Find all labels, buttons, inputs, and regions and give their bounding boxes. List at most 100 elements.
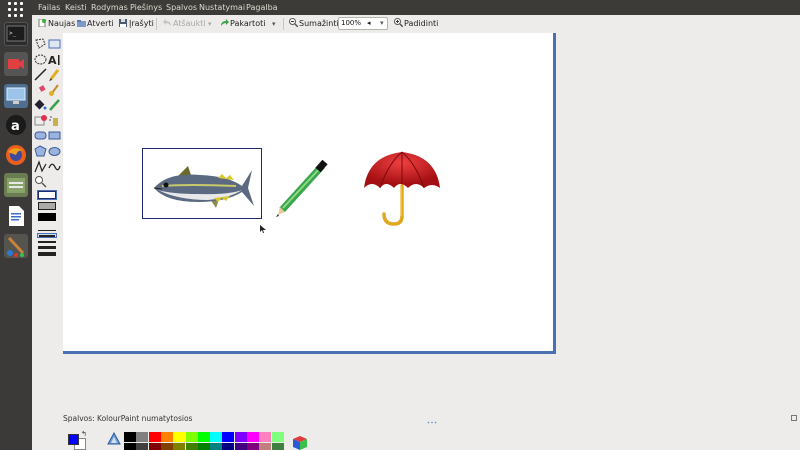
elliptical-select-icon[interactable] <box>34 51 47 65</box>
launcher: >_ a <box>0 0 32 450</box>
palette-swatch[interactable] <box>234 432 247 442</box>
palette-swatch[interactable] <box>247 432 259 442</box>
ellipse-tool-icon[interactable] <box>48 143 61 156</box>
zoom-clear-icon[interactable]: ◂ <box>367 18 371 29</box>
fill-style-options <box>36 189 58 223</box>
palette-swatch[interactable] <box>173 443 186 450</box>
line-width-5[interactable] <box>38 252 56 256</box>
palette-swatch[interactable] <box>185 432 198 442</box>
palette-swatch[interactable] <box>210 443 223 450</box>
eraser-tool-icon[interactable] <box>34 81 47 94</box>
zoom-in-label: Padidinti <box>404 19 439 28</box>
rectangle-select-icon[interactable] <box>48 35 61 49</box>
zoom-dropdown-icon[interactable]: ▾ <box>380 18 384 29</box>
menu-piesinys[interactable]: Piešinys <box>130 0 162 15</box>
kolourpaint-icon[interactable] <box>4 234 28 258</box>
pencil-tool-icon[interactable] <box>48 66 61 81</box>
menu-rodymas[interactable]: Rodymas <box>91 0 128 15</box>
color-eraser-icon[interactable] <box>34 112 47 126</box>
pencil-image[interactable] <box>274 158 330 218</box>
firefox-icon[interactable] <box>4 143 28 167</box>
save-icon <box>119 17 127 27</box>
fill-style-fill[interactable] <box>38 213 56 221</box>
menu-nustatymai[interactable]: Nustatymai <box>199 0 245 15</box>
redo-dropdown-icon[interactable]: ▾ <box>272 16 276 32</box>
flood-fill-icon[interactable] <box>34 96 47 110</box>
curve-tool-icon[interactable] <box>48 158 61 171</box>
zoom-in-icon <box>394 17 404 28</box>
palette-swatch[interactable] <box>222 443 235 450</box>
remote-desktop-icon[interactable] <box>4 84 28 108</box>
polygon-tool-icon[interactable] <box>34 143 47 157</box>
files-icon[interactable] <box>4 173 28 197</box>
redo-button[interactable]: Pakartoti <box>220 16 265 32</box>
palette-swatch[interactable] <box>160 443 173 450</box>
palette-swatch[interactable] <box>160 432 173 442</box>
save-button[interactable]: Įrašyti <box>119 16 154 32</box>
svg-text:a: a <box>11 119 20 134</box>
selection-rectangle[interactable] <box>142 148 262 219</box>
line-tool-icon[interactable] <box>34 66 47 81</box>
palette-swatch[interactable] <box>222 432 235 442</box>
zoom-tool-icon[interactable] <box>34 173 47 188</box>
connected-lines-icon[interactable] <box>34 158 47 173</box>
umbrella-image[interactable] <box>360 150 444 228</box>
palette-swatch[interactable] <box>124 443 136 450</box>
zoom-combobox[interactable]: 100% ◂ ▾ <box>338 17 388 30</box>
amazon-icon[interactable]: a <box>4 113 28 137</box>
line-width-1[interactable] <box>38 230 56 231</box>
spraycan-tool-icon[interactable] <box>48 112 61 126</box>
zoom-out-button[interactable]: Sumažinti <box>289 16 339 32</box>
writer-icon[interactable] <box>4 204 28 228</box>
foreground-color-box[interactable] <box>68 434 79 445</box>
palette-swatch[interactable] <box>234 443 247 450</box>
palette-swatch[interactable] <box>124 432 136 442</box>
free-form-select-icon[interactable] <box>34 35 47 49</box>
palette-swatch[interactable] <box>271 443 284 450</box>
palette-swatch[interactable] <box>185 443 198 450</box>
zoom-out-icon <box>289 17 299 28</box>
new-button[interactable]: Naujas <box>38 16 75 32</box>
palette-swatch[interactable] <box>148 432 161 442</box>
line-width-3[interactable] <box>38 241 56 243</box>
screen-recorder-icon[interactable] <box>4 52 28 76</box>
palette-swatch[interactable] <box>173 432 186 442</box>
palette-swatch[interactable] <box>271 432 284 442</box>
fill-style-outline-fill[interactable] <box>38 202 56 210</box>
menu-pagalba[interactable]: Pagalba <box>246 0 278 15</box>
palette-swatch[interactable] <box>136 443 149 450</box>
zoom-in-button[interactable]: Padidinti <box>394 16 438 32</box>
palette-swatch[interactable] <box>197 443 210 450</box>
undo-dropdown-icon[interactable]: ▾ <box>208 16 212 32</box>
fill-style-outline[interactable] <box>37 190 57 200</box>
palette-swatch[interactable] <box>247 443 259 450</box>
splitter-handle[interactable] <box>427 409 437 424</box>
rounded-rectangle-icon[interactable] <box>34 127 47 140</box>
new-label: Naujas <box>48 19 76 28</box>
palette-swatch[interactable] <box>259 432 272 442</box>
palette-swatch[interactable] <box>148 443 161 450</box>
rectangle-tool-icon[interactable] <box>48 127 61 140</box>
open-button[interactable]: Atverti <box>77 16 114 32</box>
palette-swatch[interactable] <box>197 432 210 442</box>
line-width-2[interactable] <box>37 233 57 238</box>
custom-color-cube-icon[interactable] <box>290 434 308 450</box>
selection-resize-handle[interactable] <box>260 218 266 233</box>
color-picker-icon[interactable] <box>48 96 61 111</box>
text-tool-icon[interactable]: A <box>48 51 61 67</box>
line-width-4[interactable] <box>38 246 56 249</box>
color-selector[interactable]: ↰ <box>66 430 90 450</box>
color-similarity-icon[interactable] <box>107 431 121 445</box>
palette-swatch[interactable] <box>136 432 149 442</box>
undo-button[interactable]: Atšaukti <box>163 16 206 32</box>
menu-keisti[interactable]: Keisti <box>65 0 87 15</box>
palette-options-icon[interactable] <box>791 415 797 421</box>
menu-spalvos[interactable]: Spalvos <box>166 0 197 15</box>
apps-grid-icon[interactable] <box>8 2 24 18</box>
palette-swatch[interactable] <box>210 432 223 442</box>
palette-swatch[interactable] <box>259 443 272 450</box>
swap-colors-icon[interactable]: ↰ <box>81 430 87 438</box>
terminal-icon[interactable]: >_ <box>4 22 28 46</box>
menu-failas[interactable]: Failas <box>38 0 60 15</box>
brush-tool-icon[interactable] <box>48 81 61 96</box>
